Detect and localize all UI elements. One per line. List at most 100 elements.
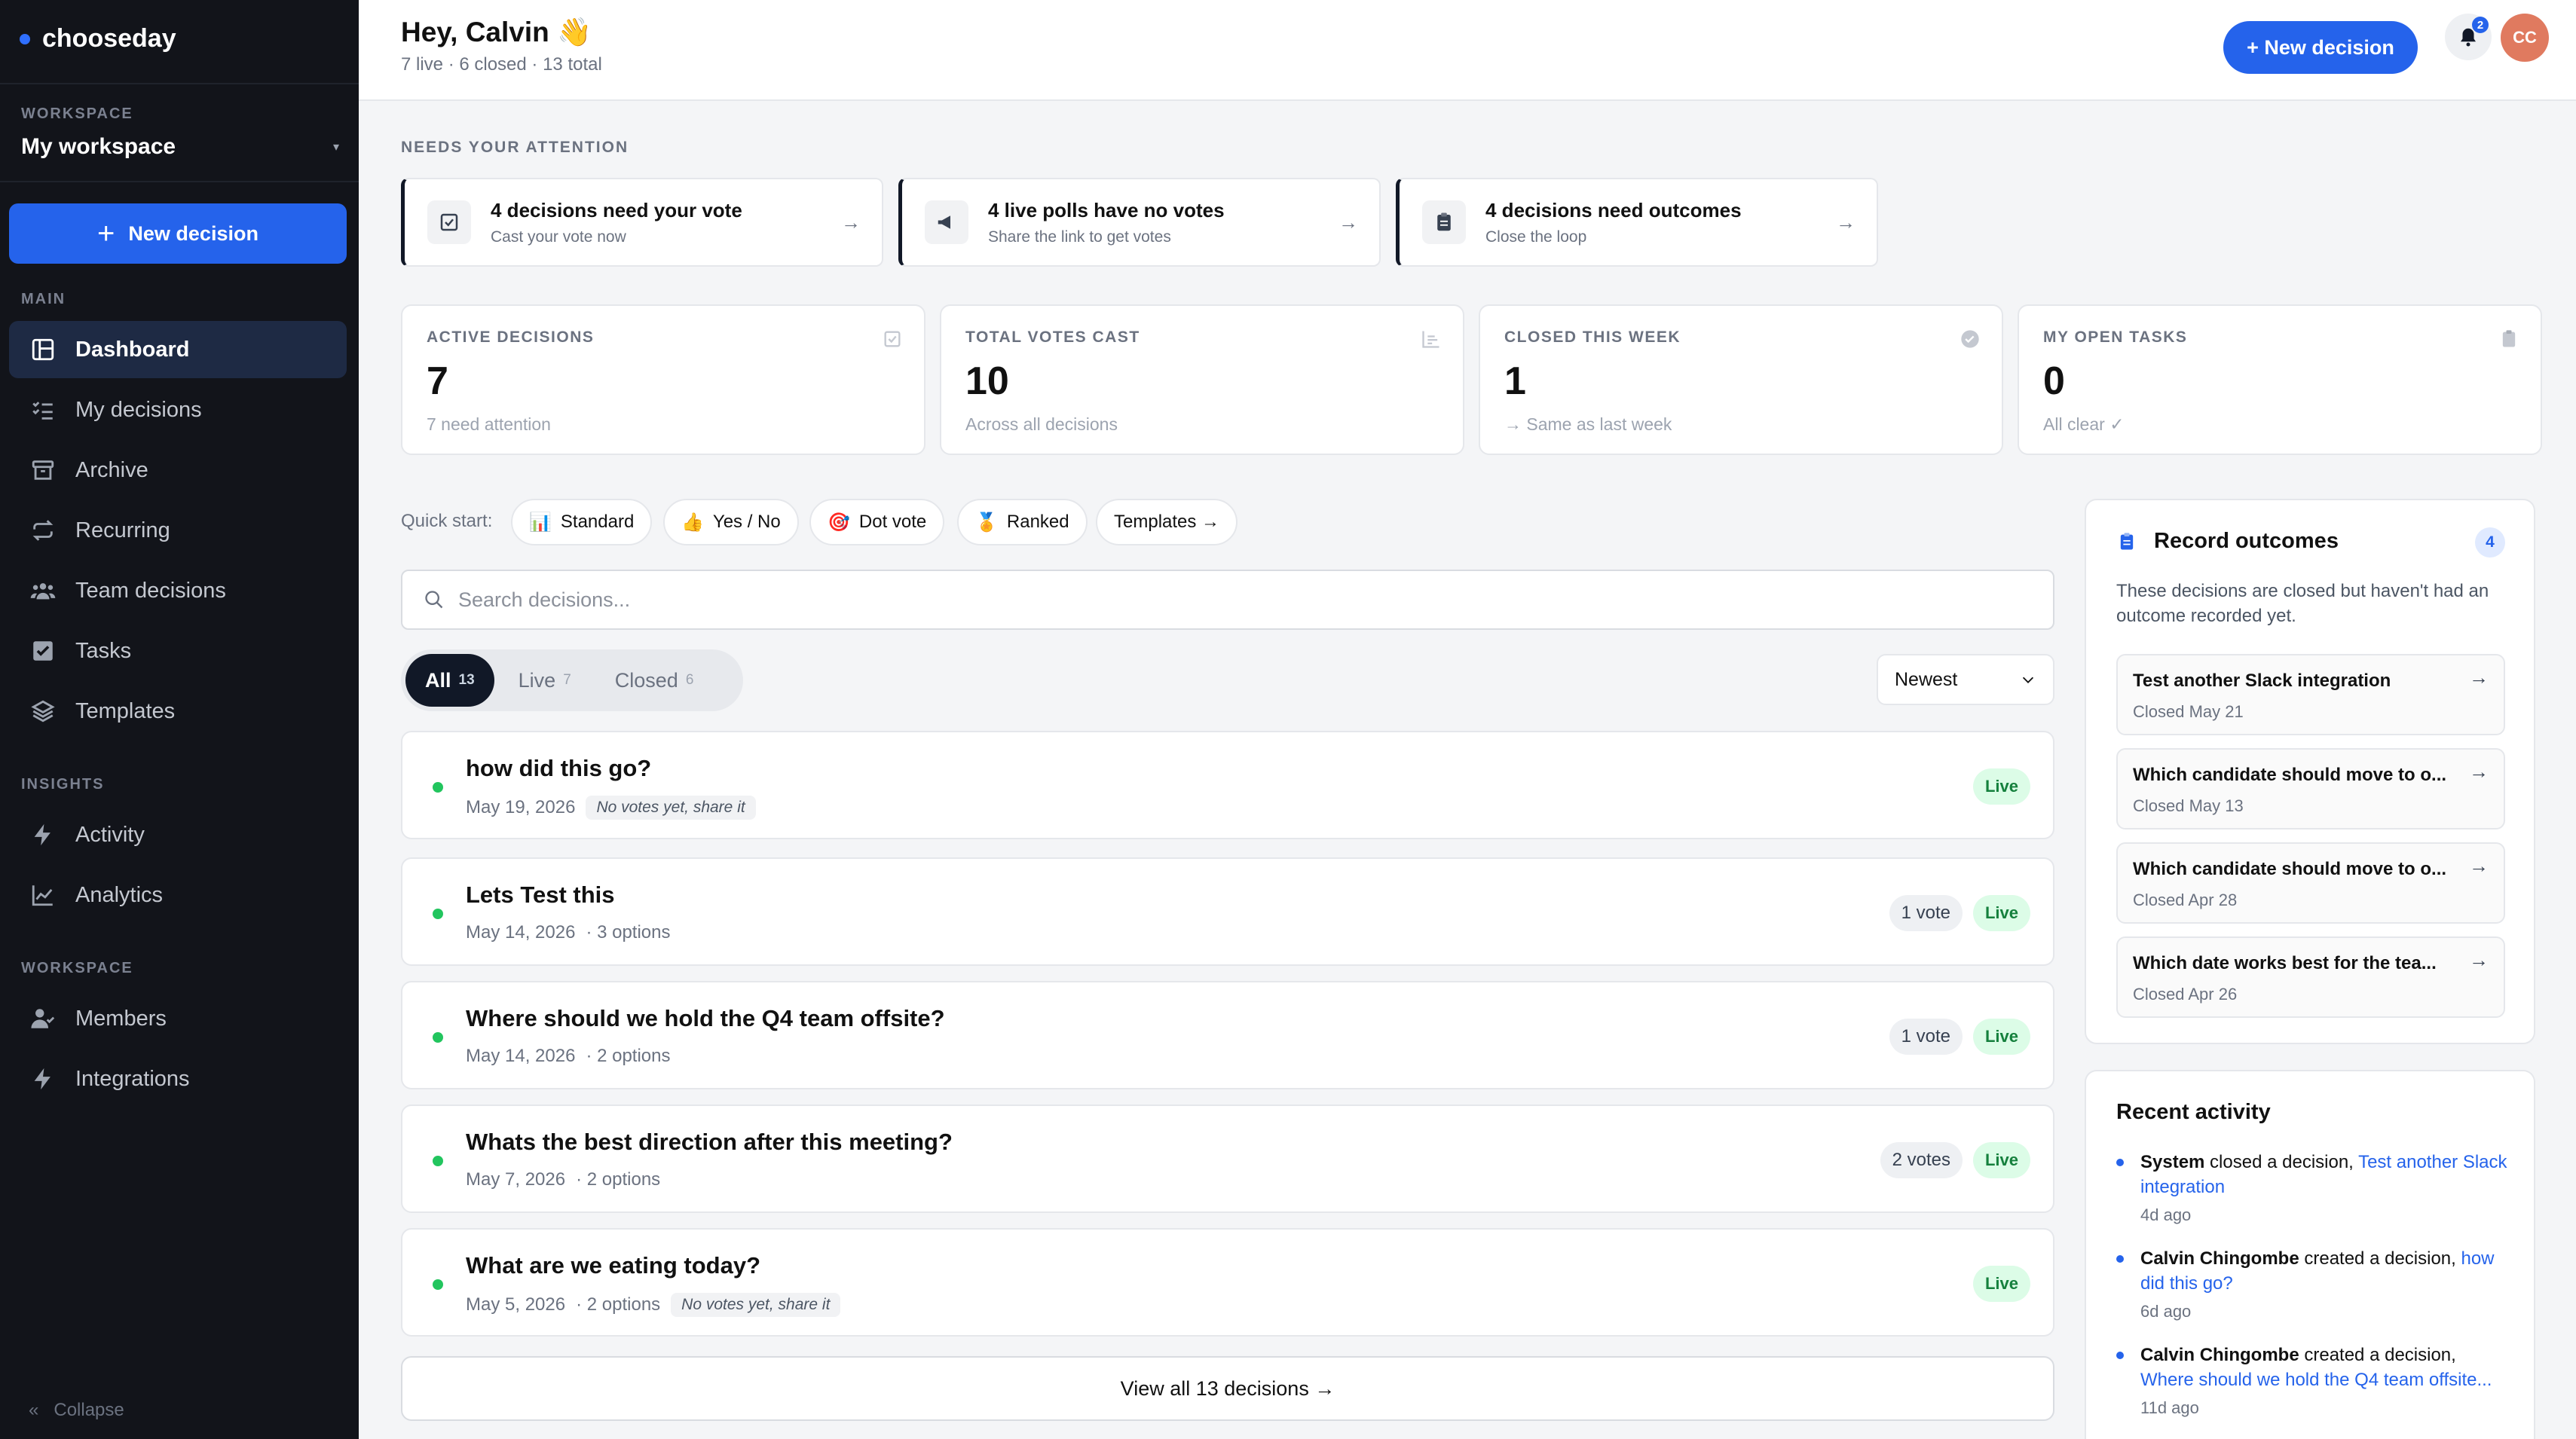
activity-action: closed a decision, <box>2204 1152 2359 1172</box>
live-status-dot <box>433 1032 443 1043</box>
decision-options: · 2 options <box>586 1046 671 1066</box>
decision-row[interactable]: how did this go? May 19, 2026 No votes y… <box>401 731 2054 839</box>
attention-card-outcomes[interactable]: 4 decisions need outcomes Close the loop… <box>1396 178 1878 267</box>
search-input[interactable] <box>458 588 1890 612</box>
tab-closed[interactable]: Closed 6 <box>595 654 714 707</box>
chart-icon <box>32 885 53 906</box>
quick-start-templates[interactable]: Templates → <box>1096 499 1238 545</box>
decision-date: May 19, 2026 <box>466 797 576 817</box>
vote-count-badge: 2 votes <box>1880 1142 1963 1178</box>
live-status-dot <box>433 1279 443 1290</box>
sort-select[interactable]: Newest <box>1877 654 2054 705</box>
decision-title: Lets Test this <box>466 881 615 908</box>
activity-bullet <box>2116 1352 2124 1359</box>
sidebar-item-integrations[interactable]: Integrations <box>9 1050 347 1108</box>
outcome-title: Which date works best for the tea... <box>2133 953 2437 973</box>
ballot-icon <box>427 200 471 244</box>
outcome-item[interactable]: Which candidate should move to o... Clos… <box>2116 842 2505 924</box>
quick-start-yes-no[interactable]: 👍 Yes / No <box>663 499 799 545</box>
decision-date: May 7, 2026 <box>466 1169 566 1190</box>
medal-emoji-icon: 🏅 <box>975 512 998 533</box>
sidebar-new-decision-button[interactable]: + New decision <box>9 203 347 264</box>
decision-meta: May 14, 2026 · 3 options <box>466 922 671 943</box>
decision-options: · 3 options <box>586 922 671 943</box>
sidebar-item-recurring[interactable]: Recurring <box>9 502 347 559</box>
activity-action: created a decision, <box>2299 1248 2461 1269</box>
attention-card-no-votes[interactable]: 4 live polls have no votes Share the lin… <box>898 178 1381 267</box>
outcome-closed-date: Closed Apr 26 <box>2133 985 2238 1004</box>
search-bar <box>401 570 2054 630</box>
notifications-button[interactable]: 2 <box>2445 14 2492 60</box>
decision-meta: May 19, 2026 No votes yet, share it <box>466 796 756 820</box>
outcome-title: Test another Slack integration <box>2133 671 2391 691</box>
sidebar-divider <box>0 83 359 84</box>
decision-hint: No votes yet, share it <box>671 1293 841 1317</box>
decision-meta: May 5, 2026 · 2 options No votes yet, sh… <box>466 1293 841 1317</box>
sidebar-item-tasks[interactable]: Tasks <box>9 622 347 680</box>
clipboard-icon <box>1422 200 1466 244</box>
collapse-sidebar-button[interactable]: « Collapse <box>29 1400 124 1421</box>
tab-live[interactable]: Live 7 <box>499 654 591 707</box>
workspace-select[interactable]: My workspace ▾ <box>21 134 339 160</box>
checkbox-icon <box>33 641 53 661</box>
outcomes-description: These decisions are closed but haven't h… <box>2116 581 2489 626</box>
sidebar-item-label: Analytics <box>75 882 164 907</box>
sidebar-item-label: Integrations <box>75 1066 190 1091</box>
attention-card-vote[interactable]: 4 decisions need your vote Cast your vot… <box>401 178 883 267</box>
quick-start-dot-vote[interactable]: 🎯 Dot vote <box>809 499 945 545</box>
attention-card-title: 4 live polls have no votes <box>988 198 1225 222</box>
stat-value: 7 <box>427 359 448 403</box>
record-outcomes-panel: Record outcomes 4 These decisions are cl… <box>2085 499 2535 1044</box>
header-new-decision-button[interactable]: + New decision <box>2223 21 2418 74</box>
stat-card-open-tasks: MY OPEN TASKS 0 All clear ✓ <box>2018 304 2542 455</box>
user-avatar[interactable]: CC <box>2501 14 2549 62</box>
activity-actor: System <box>2140 1152 2205 1172</box>
decision-row[interactable]: Whats the best direction after this meet… <box>401 1104 2054 1213</box>
activity-time: 6d ago <box>2140 1302 2192 1321</box>
team-icon <box>30 583 56 600</box>
decision-pills: Live <box>1972 768 2030 805</box>
outcome-item[interactable]: Test another Slack integration Closed Ma… <box>2116 654 2505 735</box>
sidebar: chooseday WORKSPACE My workspace ▾ + New… <box>0 0 359 1439</box>
decision-row[interactable]: Lets Test this May 14, 2026 · 3 options … <box>401 857 2054 966</box>
activity-item: System closed a decision, Test another S… <box>2116 1150 2508 1227</box>
decision-row[interactable]: What are we eating today? May 5, 2026 · … <box>401 1228 2054 1337</box>
decision-row[interactable]: Where should we hold the Q4 team offsite… <box>401 981 2054 1089</box>
stat-label: CLOSED THIS WEEK <box>1504 328 1681 346</box>
list-icon <box>32 402 53 420</box>
outcome-title: Which candidate should move to o... <box>2133 859 2447 879</box>
quick-start-ranked[interactable]: 🏅 Ranked <box>957 499 1088 545</box>
quick-start-label: Quick start: <box>401 511 493 531</box>
brand-logo[interactable]: chooseday <box>20 24 176 53</box>
sidebar-item-team-decisions[interactable]: Team decisions <box>9 562 347 619</box>
sidebar-item-dashboard[interactable]: Dashboard <box>9 321 347 378</box>
outcome-item[interactable]: Which candidate should move to o... Clos… <box>2116 748 2505 829</box>
clipboard-icon <box>2120 532 2134 549</box>
quick-start-standard[interactable]: 📊 Standard <box>511 499 653 545</box>
dashboard-icon <box>32 338 54 361</box>
brand-name: chooseday <box>42 24 176 53</box>
sidebar-item-analytics[interactable]: Analytics <box>9 866 347 924</box>
outcome-closed-date: Closed May 13 <box>2133 796 2244 815</box>
sidebar-item-my-decisions[interactable]: My decisions <box>9 381 347 438</box>
status-filter-tabs: All 13 Live 7 Closed 6 <box>401 649 743 711</box>
bolt-icon <box>34 1068 50 1090</box>
tab-all[interactable]: All 13 <box>405 654 494 707</box>
arrow-right-icon: → <box>1338 211 1358 234</box>
decision-date: May 5, 2026 <box>466 1294 566 1315</box>
workspace-name: My workspace <box>21 134 176 159</box>
live-status-dot <box>433 1156 443 1166</box>
activity-link[interactable]: Where should we hold the Q4 team offsite… <box>2140 1370 2492 1390</box>
sidebar-item-archive[interactable]: Archive <box>9 441 347 499</box>
panel-title: Recent activity <box>2116 1100 2271 1124</box>
sidebar-item-templates[interactable]: Templates <box>9 683 347 740</box>
sidebar-item-members[interactable]: Members <box>9 990 347 1047</box>
vote-count-badge: 1 vote <box>1889 1019 1963 1055</box>
member-icon <box>31 1009 55 1028</box>
outcome-item[interactable]: Which date works best for the tea... Clo… <box>2116 936 2505 1018</box>
sidebar-item-activity[interactable]: Activity <box>9 806 347 863</box>
view-all-decisions-button[interactable]: View all 13 decisions → <box>401 1356 2054 1421</box>
sidebar-item-label: Templates <box>75 698 176 723</box>
activity-actor: Calvin Chingombe <box>2140 1248 2299 1269</box>
layers-icon <box>31 700 55 723</box>
